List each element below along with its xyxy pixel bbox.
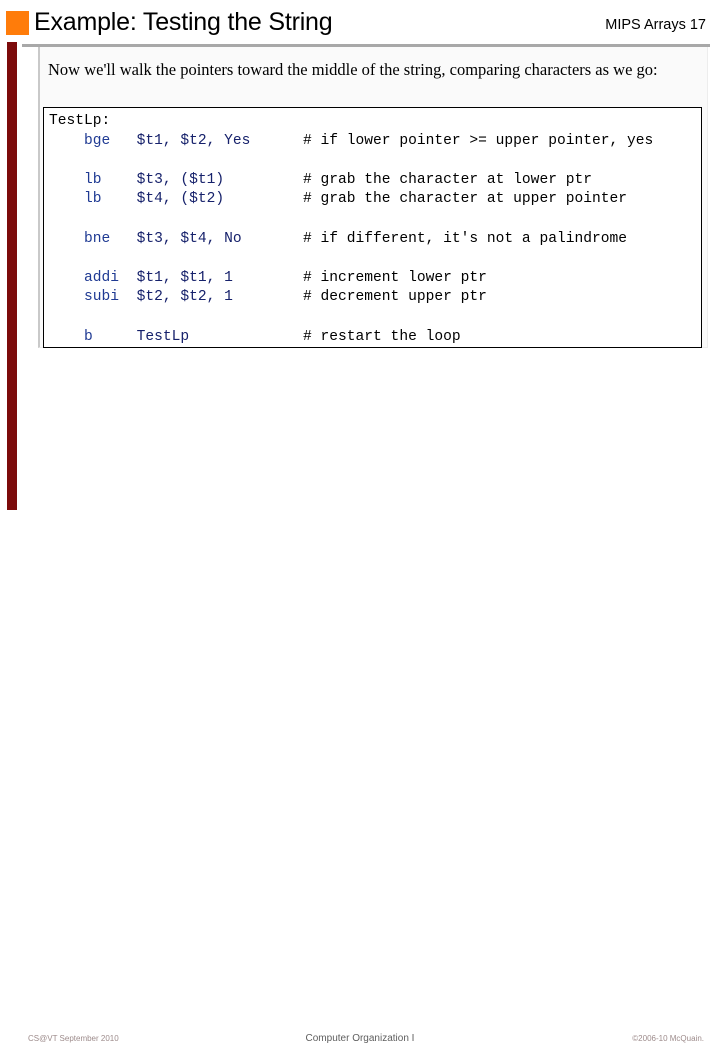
code-operands: $t4, ($t2) <box>137 191 303 207</box>
code-comment: # grab the character at lower ptr <box>303 172 592 188</box>
code-comment: # restart the loop <box>303 329 461 345</box>
code-mnemonic: b <box>49 329 137 345</box>
code-line: b TestLp # restart the loop <box>49 328 653 348</box>
code-mnemonic: lb <box>49 172 137 188</box>
code-line-blank <box>49 210 653 230</box>
code-line-blank <box>49 249 653 269</box>
code-operands: $t1, $t1, 1 <box>137 270 303 286</box>
code-line: bge $t1, $t2, Yes # if lower pointer >= … <box>49 132 653 152</box>
footer-right-text: ©2006-10 McQuain. <box>632 1034 704 1043</box>
slide-footer: CS@VT September 2010 Computer Organizati… <box>0 512 720 540</box>
code-comment: # grab the character at upper pointer <box>303 191 627 207</box>
code-line: lb $t4, ($t2) # grab the character at up… <box>49 190 653 210</box>
left-accent-bar <box>7 42 17 510</box>
code-mnemonic: bne <box>49 231 137 247</box>
code-line: addi $t1, $t1, 1 # increment lower ptr <box>49 269 653 289</box>
slide-header: Example: Testing the String MIPS Arrays … <box>0 0 720 46</box>
title-bullet-square <box>6 11 29 35</box>
header-section-label: MIPS Arrays 17 <box>605 17 706 33</box>
code-comment: # if different, it's not a palindrome <box>303 231 627 247</box>
code-line: subi $t2, $t2, 1 # decrement upper ptr <box>49 288 653 308</box>
code-line-blank <box>49 151 653 171</box>
code-mnemonic: lb <box>49 191 137 207</box>
code-operands: $t2, $t2, 1 <box>137 289 303 305</box>
code-operands: $t1, $t2, Yes <box>137 133 303 149</box>
code-operands: $t3, ($t1) <box>137 172 303 188</box>
code-mnemonic: bge <box>49 133 137 149</box>
code-mnemonic: subi <box>49 289 137 305</box>
code-comment: # decrement upper ptr <box>303 289 487 305</box>
code-line: TestLp: <box>49 112 653 132</box>
footer-center-text: Computer Organization I <box>0 1033 720 1044</box>
code-comment: # if lower pointer >= upper pointer, yes <box>303 133 653 149</box>
code-operands: TestLp <box>137 329 303 345</box>
code-comment: # increment lower ptr <box>303 270 487 286</box>
code-listing: TestLp: bge $t1, $t2, Yes # if lower poi… <box>49 112 653 347</box>
code-label: TestLp: <box>49 113 110 129</box>
code-mnemonic: addi <box>49 270 137 286</box>
code-line-blank <box>49 308 653 328</box>
code-block: TestLp: bge $t1, $t2, Yes # if lower poi… <box>43 107 702 348</box>
intro-paragraph: Now we'll walk the pointers toward the m… <box>48 59 693 81</box>
page-title: Example: Testing the String <box>34 8 332 37</box>
code-operands: $t3, $t4, No <box>137 231 303 247</box>
code-line: lb $t3, ($t1) # grab the character at lo… <box>49 171 653 191</box>
code-line: bne $t3, $t4, No # if different, it's no… <box>49 230 653 250</box>
